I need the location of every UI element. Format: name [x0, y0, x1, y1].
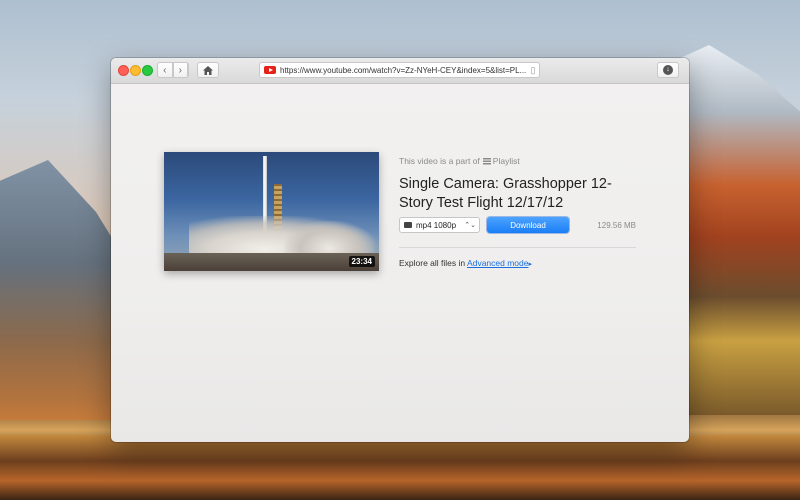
- video-title: Single Camera: Grasshopper 12-Story Test…: [399, 176, 612, 211]
- film-icon: [404, 222, 412, 228]
- desktop-wallpaper-lake: [0, 435, 800, 500]
- desktop-wallpaper-left: [0, 160, 120, 420]
- chevron-right-icon: ›: [174, 63, 188, 77]
- divider: [399, 247, 636, 248]
- download-button[interactable]: Download: [487, 217, 569, 233]
- forward-button[interactable]: ›: [174, 63, 188, 77]
- explore-text: Explore all files in: [399, 258, 466, 268]
- arrow-right-icon: ▸: [528, 261, 532, 268]
- chevron-left-icon: ‹: [158, 63, 173, 77]
- format-select[interactable]: mp4 1080p ⌃⌄: [399, 217, 480, 233]
- bookmark-icon[interactable]: ▯: [527, 65, 539, 76]
- back-button[interactable]: ‹: [158, 63, 174, 77]
- explore-row: Explore all files in Advanced mode▸: [399, 258, 532, 268]
- video-info: This video is a part of Playlist Single …: [399, 156, 639, 213]
- app-window: ‹ › https://www.youtube.com/watch?v=Zz-N…: [111, 58, 689, 442]
- url-bar[interactable]: https://www.youtube.com/watch?v=Zz-NYeH-…: [259, 62, 540, 78]
- home-button[interactable]: [197, 62, 219, 78]
- ground-image: [164, 253, 379, 271]
- download-controls: mp4 1080p ⌃⌄ Download 129.56 MB: [399, 216, 636, 234]
- download-icon: ↓: [663, 65, 673, 75]
- url-text: https://www.youtube.com/watch?v=Zz-NYeH-…: [280, 65, 527, 75]
- video-duration: 23:34: [348, 256, 375, 267]
- navigation-buttons: ‹ ›: [157, 62, 189, 78]
- file-size: 129.56 MB: [597, 221, 636, 230]
- playlist-note: This video is a part of Playlist: [399, 156, 639, 166]
- video-thumbnail[interactable]: 23:34: [164, 152, 379, 271]
- advanced-mode-link[interactable]: Advanced mode: [467, 258, 528, 268]
- close-window-button[interactable]: [118, 65, 129, 76]
- youtube-icon: [264, 66, 276, 74]
- toolbar: ‹ › https://www.youtube.com/watch?v=Zz-N…: [111, 58, 689, 84]
- maximize-window-button[interactable]: [142, 65, 153, 76]
- minimize-window-button[interactable]: [130, 65, 141, 76]
- playlist-icon: [482, 157, 491, 165]
- updown-chevron-icon: ⌃⌄: [464, 222, 476, 229]
- downloads-button[interactable]: ↓: [657, 62, 679, 78]
- format-value: mp4 1080p: [416, 220, 457, 230]
- playlist-label[interactable]: Playlist: [493, 156, 520, 166]
- home-icon: [203, 65, 213, 75]
- playlist-prefix: This video is a part of: [399, 156, 480, 166]
